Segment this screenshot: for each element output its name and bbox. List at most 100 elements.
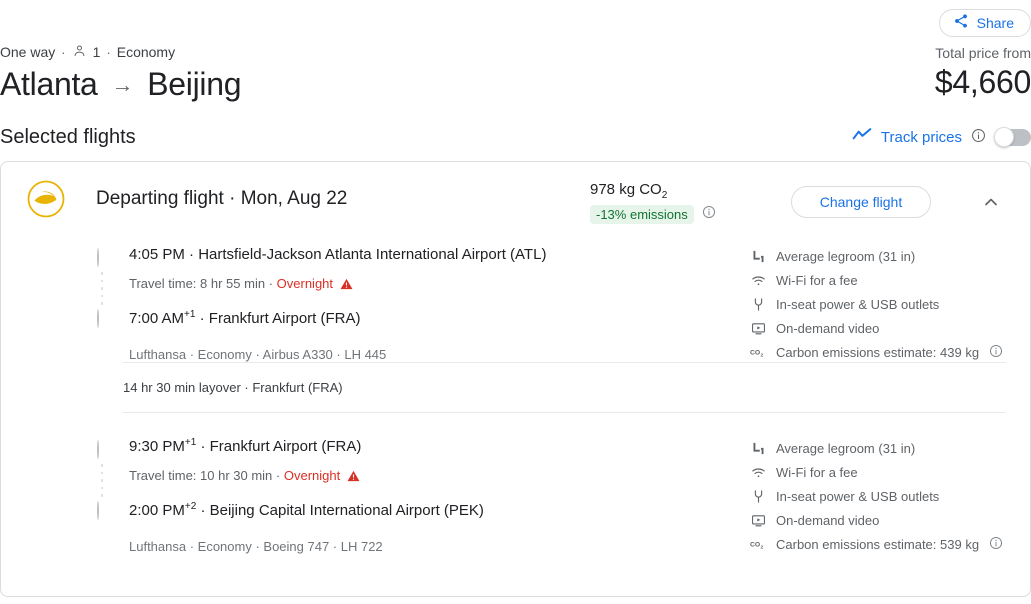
co2-amount-value: 978 kg CO: [590, 181, 662, 198]
header-separator: ·: [229, 188, 236, 209]
travel-separator: ·: [275, 468, 281, 483]
timeline-connector: [97, 459, 107, 502]
amenity-label: Carbon emissions estimate: 539 kg: [776, 536, 980, 552]
amenities-list: Average legroom (31 in) Wi-Fi for a fee: [750, 436, 1003, 556]
total-price-label: Total price from: [935, 45, 1031, 61]
track-prices-label: Track prices: [880, 129, 962, 146]
flight-details-page: Share One way · 1 · Economy Atlanta → Be…: [0, 0, 1031, 604]
co2-badge-row: -13% emissions: [590, 205, 716, 224]
svg-text:2: 2: [760, 352, 763, 358]
departure-dot-icon: [97, 440, 99, 459]
leg-separator: ·: [199, 310, 205, 327]
trip-meta: One way · 1 · Economy: [0, 43, 175, 61]
layover-row: 14 hr 30 min layover · Frankfurt (FRA): [123, 362, 1006, 413]
arrival-time: 2:00 PM: [129, 502, 185, 519]
warning-icon: [347, 468, 360, 488]
info-icon[interactable]: [971, 128, 986, 148]
travel-separator: ·: [268, 276, 274, 291]
page-title: Selected flights: [0, 126, 136, 148]
flight-leg: 9:30 PM+1 · Frankfurt Airport (FRA) Trav…: [1, 432, 1030, 554]
co2-icon: CO 2: [750, 344, 766, 360]
amenity-item: CO 2 Carbon emissions estimate: 539 kg: [750, 532, 1003, 556]
amenity-label: On-demand video: [776, 320, 880, 336]
co2-subscript: 2: [661, 190, 668, 201]
arrival-time: 7:00 AM: [129, 310, 185, 327]
trending-icon: [852, 127, 872, 148]
flight-date: Mon, Aug 22: [240, 188, 348, 209]
departure-day-offset: +1: [184, 437, 197, 448]
leg-timeline: [97, 440, 109, 520]
flight-direction-label: Departing flight: [96, 188, 224, 209]
arrival-dot-icon: [97, 308, 99, 328]
legroom-icon: [750, 248, 766, 264]
video-icon: [750, 320, 766, 336]
amenity-item: On-demand video: [750, 508, 1003, 532]
change-flight-button[interactable]: Change flight: [791, 186, 931, 218]
amenity-label: In-seat power & USB outlets: [776, 296, 940, 312]
amenity-item: Average legroom (31 in): [750, 244, 1003, 268]
amenities-list: Average legroom (31 in) Wi-Fi for a fee: [750, 244, 1003, 364]
amenity-label: Wi-Fi for a fee: [776, 272, 858, 288]
arrow-icon: →: [111, 71, 134, 97]
departing-flight-card: Departing flight · Mon, Aug 22 978 kg CO…: [0, 161, 1031, 597]
emissions-info-icon[interactable]: [989, 344, 1003, 361]
legroom-icon: [750, 440, 766, 456]
amenity-label: On-demand video: [776, 512, 880, 528]
share-button-label: Share: [976, 15, 1014, 31]
amenity-item: Wi-Fi for a fee: [750, 460, 1003, 484]
toggle-knob: [994, 127, 1014, 147]
arrival-day-offset: +1: [184, 309, 196, 320]
departure-airport: Frankfurt Airport (FRA): [209, 438, 362, 455]
route-title: Atlanta → Beijing: [0, 66, 242, 103]
amenity-item: Average legroom (31 in): [750, 436, 1003, 460]
passenger-count: 1: [92, 44, 101, 60]
arrival-day-offset: +2: [184, 501, 197, 512]
origin-city: Atlanta: [0, 66, 98, 102]
overnight-label: Overnight: [276, 276, 334, 291]
total-price-value: $4,660: [934, 64, 1031, 100]
amenity-label: Average legroom (31 in): [776, 248, 916, 264]
meta-separator-2: ·: [106, 44, 111, 60]
wifi-icon: [750, 464, 766, 480]
amenity-item: In-seat power & USB outlets: [750, 484, 1003, 508]
leg-timeline: [97, 248, 109, 328]
travel-time: Travel time: 10 hr 30 min: [129, 468, 273, 483]
track-prices-control[interactable]: Track prices: [852, 127, 1031, 148]
leg-separator: ·: [189, 246, 195, 263]
emissions-info-icon[interactable]: [989, 536, 1003, 553]
amenity-item: On-demand video: [750, 316, 1003, 340]
amenity-item: CO 2 Carbon emissions estimate: 439 kg: [750, 340, 1003, 364]
co2-info-icon[interactable]: [702, 205, 716, 224]
arrival-dot-icon: [97, 500, 99, 520]
passenger-icon: [72, 43, 87, 61]
departing-flight-title: Departing flight · Mon, Aug 22: [96, 188, 347, 210]
cabin-class: Economy: [116, 44, 176, 60]
lufthansa-logo-icon: [26, 179, 66, 219]
co2-icon: CO 2: [750, 536, 766, 552]
video-icon: [750, 512, 766, 528]
amenity-label: In-seat power & USB outlets: [776, 488, 940, 504]
departure-time: 9:30 PM: [129, 438, 185, 455]
svg-text:CO: CO: [750, 541, 760, 548]
flight-card-header: Departing flight · Mon, Aug 22 978 kg CO…: [1, 162, 1030, 240]
arrival-airport: Beijing Capital International Airport (P…: [209, 502, 484, 519]
leg-separator: ·: [200, 502, 206, 519]
departure-dot-icon: [97, 248, 99, 267]
amenity-label: Average legroom (31 in): [776, 440, 916, 456]
power-outlet-icon: [750, 296, 766, 312]
track-prices-toggle[interactable]: [994, 127, 1031, 147]
power-outlet-icon: [750, 488, 766, 504]
share-icon: [953, 13, 969, 34]
departure-airport: Hartsfield-Jackson Atlanta International…: [198, 246, 547, 263]
amenity-item: In-seat power & USB outlets: [750, 292, 1003, 316]
warning-icon: [340, 276, 353, 296]
leg-separator: ·: [200, 438, 206, 455]
wifi-icon: [750, 272, 766, 288]
emissions-badge: -13% emissions: [590, 205, 694, 224]
co2-amount: 978 kg CO2: [590, 181, 716, 201]
arrival-airport: Frankfurt Airport (FRA): [208, 310, 361, 327]
chevron-up-icon[interactable]: [981, 192, 1001, 212]
amenity-item: Wi-Fi for a fee: [750, 268, 1003, 292]
trip-type: One way: [0, 44, 56, 60]
share-button[interactable]: Share: [938, 9, 1031, 37]
